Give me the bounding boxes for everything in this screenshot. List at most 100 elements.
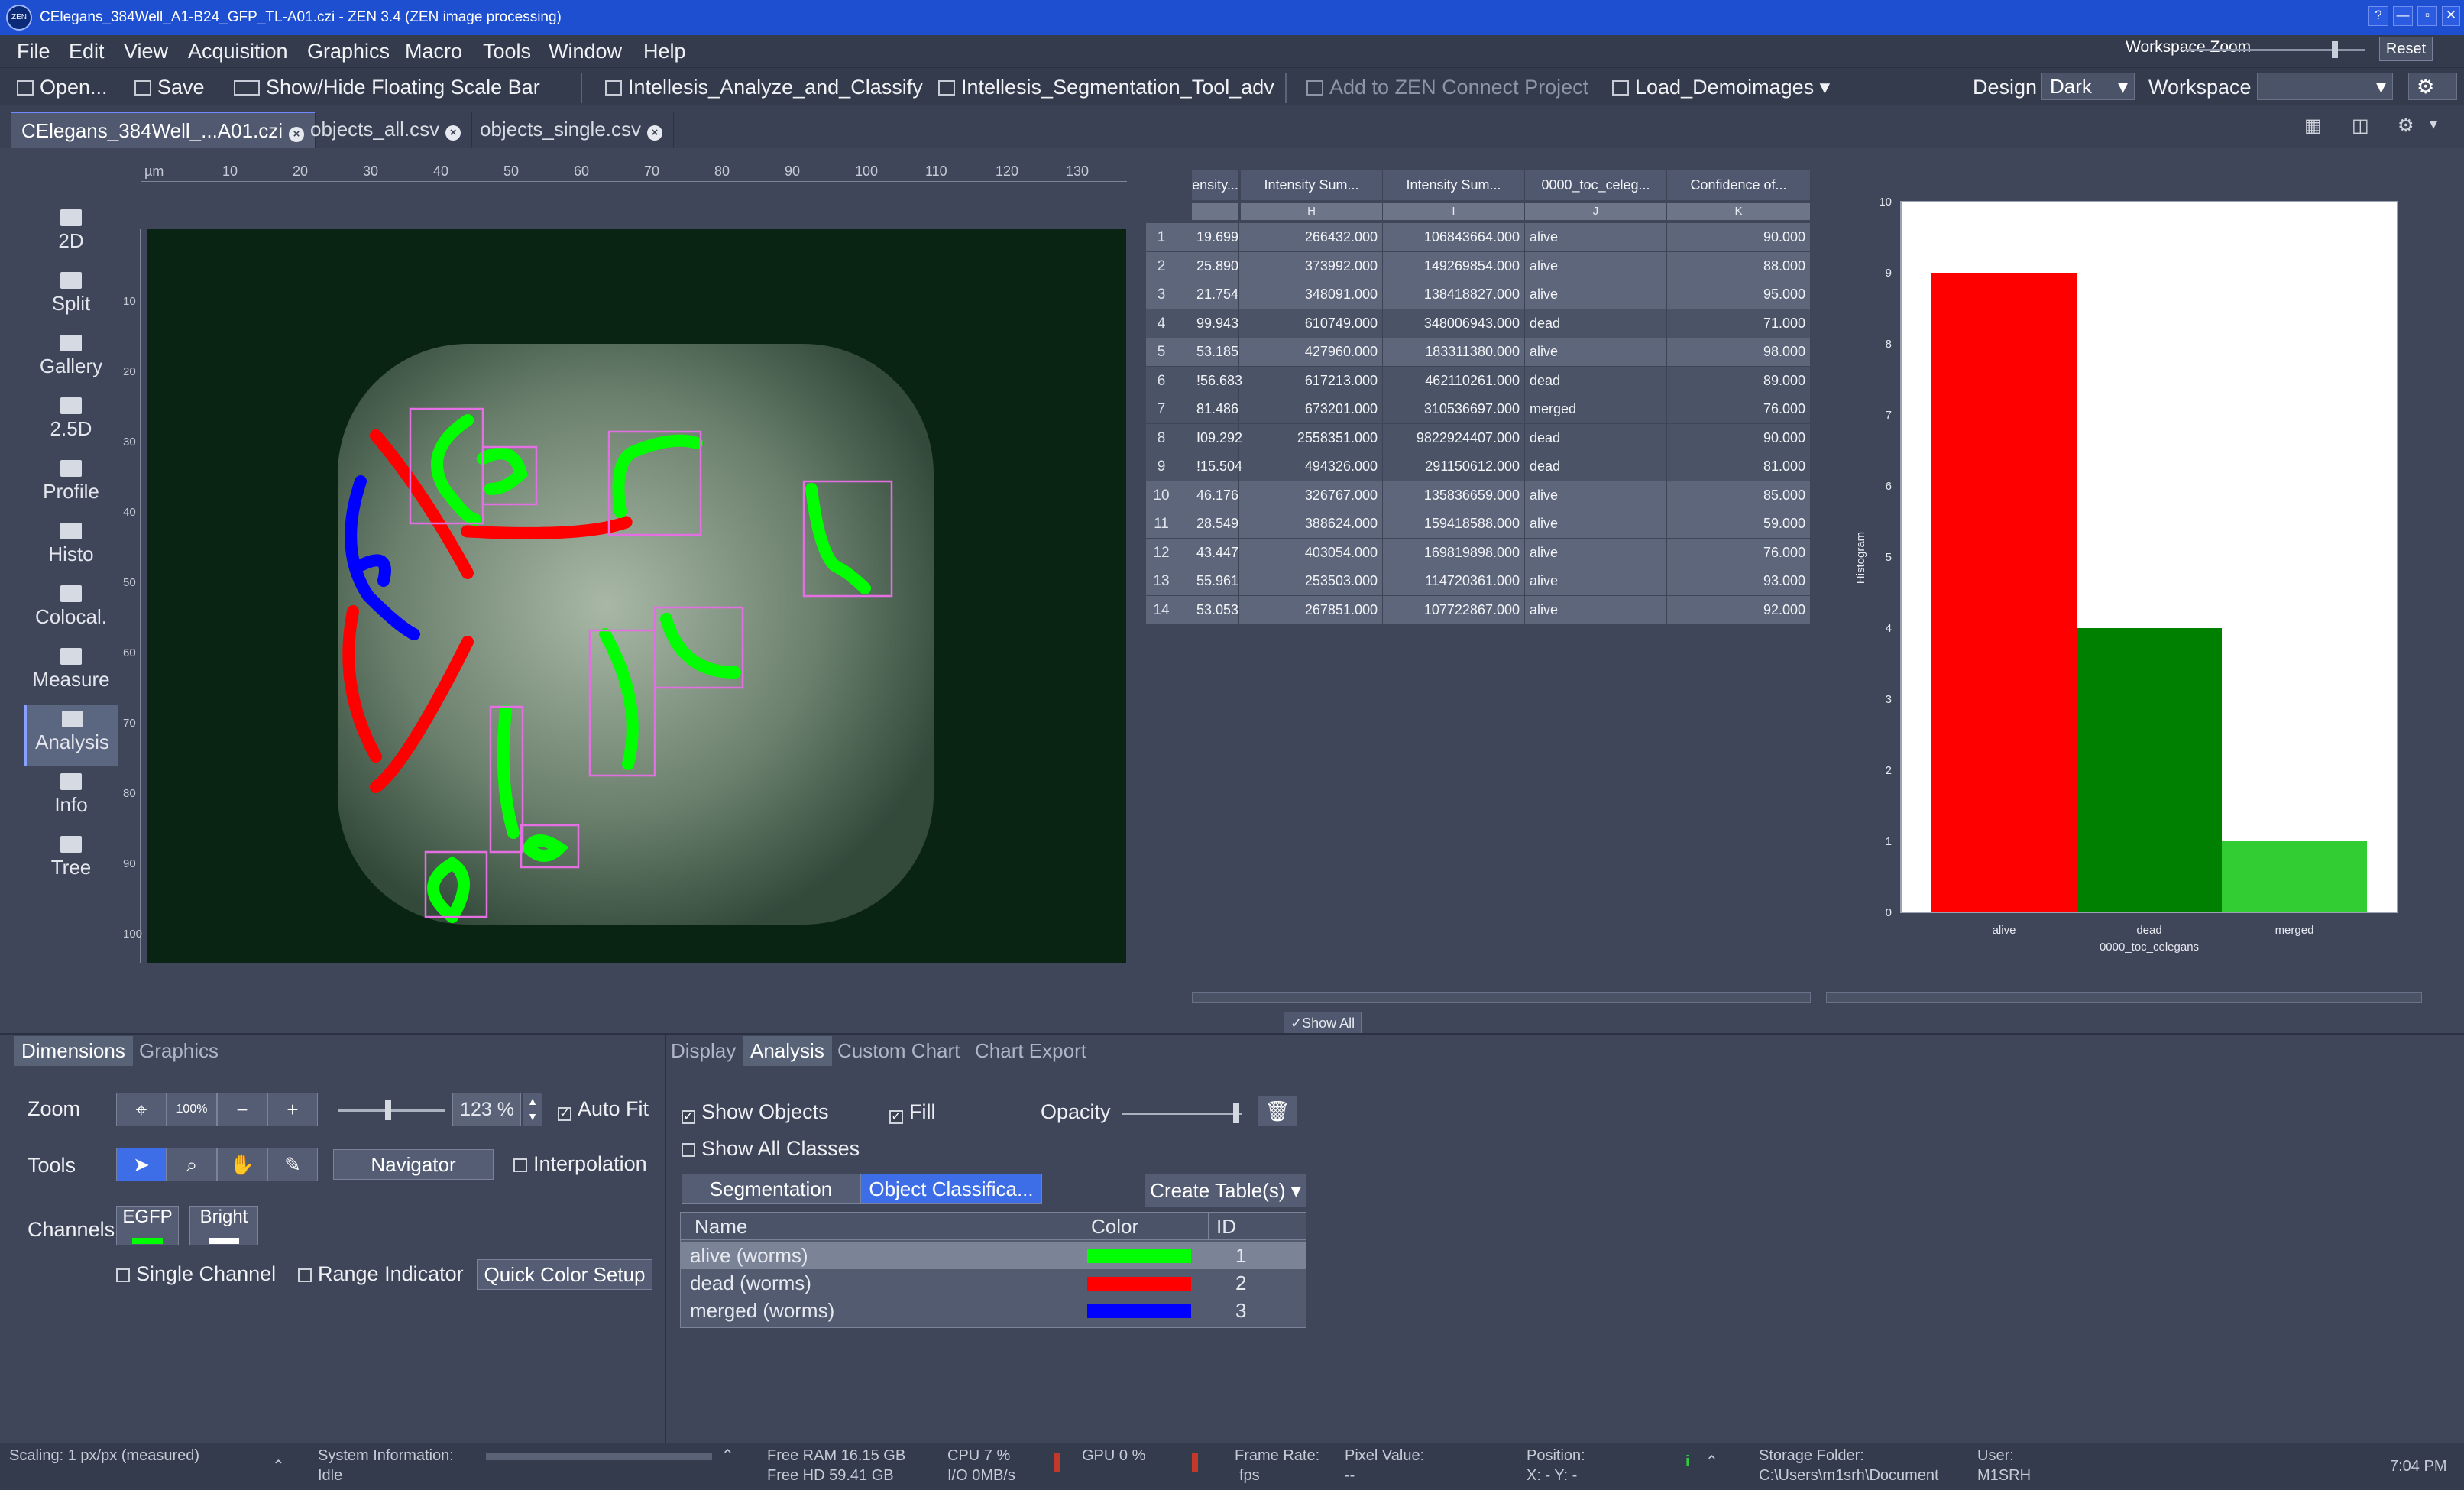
zoom-100-button[interactable]: 100% xyxy=(167,1093,217,1126)
view-mode-profile[interactable]: Profile xyxy=(24,454,118,515)
view-mode-measure[interactable]: Measure xyxy=(24,642,118,703)
table-row[interactable]: 14 53.053 267851.000 107722867.000 alive 92.0… xyxy=(1146,595,1811,624)
open-button[interactable]: Open... xyxy=(17,76,108,99)
histogram-chart[interactable]: 0 1 2 3 4 5 6 7 8 9 10 alive dead merged Histogram 0… xyxy=(1826,191,2437,963)
view-mode-analysis[interactable]: Analysis xyxy=(24,705,118,766)
tab-chart-export[interactable]: Chart Export xyxy=(967,1036,1094,1066)
workspace-zoom-knob[interactable] xyxy=(2332,41,2338,58)
table-cell[interactable]: 90.000 xyxy=(1667,423,1811,452)
menu-window[interactable]: Window xyxy=(549,40,622,63)
table-cell[interactable]: 462110261.000 xyxy=(1383,366,1525,395)
table-cell[interactable]: 81.486 xyxy=(1192,395,1239,423)
chevron-down-icon[interactable]: ▾ xyxy=(2430,115,2437,134)
table-cell[interactable]: 21.754 xyxy=(1192,280,1239,309)
split-layout-icon[interactable]: ◫ xyxy=(2352,115,2369,137)
table-cell[interactable]: 138418827.000 xyxy=(1383,280,1525,309)
chevron-up-icon[interactable]: ⌃ xyxy=(272,1457,285,1475)
table-cell[interactable]: !56.683 xyxy=(1192,366,1242,395)
table-cell[interactable]: 89.000 xyxy=(1667,366,1811,395)
class-row[interactable]: merged (worms) 3 xyxy=(681,1297,1306,1324)
quick-color-setup-button[interactable]: Quick Color Setup xyxy=(477,1259,652,1290)
tab-graphics[interactable]: Graphics xyxy=(131,1036,226,1066)
menu-view[interactable]: View xyxy=(124,40,168,63)
table-cell[interactable]: 53.053 xyxy=(1192,595,1239,624)
table-cell[interactable]: 183311380.000 xyxy=(1383,338,1525,366)
menu-graphics[interactable]: Graphics xyxy=(307,40,390,63)
table-cell[interactable]: alive xyxy=(1525,538,1667,567)
save-button[interactable]: Save xyxy=(134,76,205,99)
table-cell[interactable]: 107722867.000 xyxy=(1383,595,1525,624)
column-header[interactable]: Intensity Sum... xyxy=(1241,170,1383,200)
table-cell[interactable]: 348006943.000 xyxy=(1383,309,1525,338)
menu-acquisition[interactable]: Acquisition xyxy=(188,40,288,63)
table-cell[interactable]: alive xyxy=(1525,510,1667,538)
table-cell[interactable]: 326767.000 xyxy=(1241,481,1383,510)
table-row[interactable]: 8 I09.292 2558351.000 9822924407.000 dead 90.… xyxy=(1146,423,1811,452)
delete-objects-button[interactable]: 🗑 xyxy=(1258,1096,1297,1126)
table-cell[interactable]: alive xyxy=(1525,223,1667,251)
table-cell[interactable]: 373992.000 xyxy=(1241,251,1383,280)
histogram-bar-merged[interactable] xyxy=(2222,841,2367,912)
close-tab-icon[interactable]: × xyxy=(647,125,662,141)
table-row[interactable]: 9 !15.504 494326.000 291150612.000 dead 81.00… xyxy=(1146,452,1811,481)
zen-app-icon[interactable]: ZEN xyxy=(6,5,32,31)
auto-fit-checkbox[interactable]: ✓ Auto Fit xyxy=(558,1097,649,1121)
column-header[interactable]: 0000_toc_celeg... xyxy=(1525,170,1667,200)
table-row[interactable]: 12 43.447 403054.000 169819898.000 alive 76.0… xyxy=(1146,538,1811,567)
table-cell[interactable]: 427960.000 xyxy=(1241,338,1383,366)
view-settings-gear-icon[interactable]: ⚙ xyxy=(2398,115,2414,137)
table-cell[interactable]: 2558351.000 xyxy=(1241,423,1383,452)
table-row[interactable]: 1 19.699 266432.000 106843664.000 alive 90.00… xyxy=(1146,223,1811,251)
table-cell[interactable]: 76.000 xyxy=(1667,538,1811,567)
segmentation-tool-button[interactable]: Intellesis_Segmentation_Tool_adv xyxy=(938,76,1274,99)
table-cell[interactable]: 169819898.000 xyxy=(1383,538,1525,567)
table-cell[interactable]: 95.000 xyxy=(1667,280,1811,309)
table-cell[interactable]: alive xyxy=(1525,567,1667,595)
menu-file[interactable]: File xyxy=(17,40,50,63)
view-mode-histo[interactable]: Histo xyxy=(24,517,118,578)
table-cell[interactable]: 135836659.000 xyxy=(1383,481,1525,510)
microscopy-image[interactable] xyxy=(147,229,1126,963)
table-cell[interactable]: 43.447 xyxy=(1192,538,1239,567)
navigator-button[interactable]: Navigator xyxy=(333,1149,494,1180)
help-window-button[interactable]: ? xyxy=(2368,6,2388,26)
zoom-value-field[interactable]: 123 % xyxy=(452,1093,521,1126)
view-mode-2d[interactable]: 2D xyxy=(24,203,118,264)
table-row[interactable]: 3 21.754 348091.000 138418827.000 alive 95.00… xyxy=(1146,280,1811,309)
table-cell[interactable]: 55.961 xyxy=(1192,567,1239,595)
table-cell[interactable]: dead xyxy=(1525,309,1667,338)
table-cell[interactable]: 98.000 xyxy=(1667,338,1811,366)
table-cell[interactable]: I09.292 xyxy=(1192,423,1242,452)
zen-connect-button[interactable]: Add to ZEN Connect Project xyxy=(1306,76,1588,99)
workspace-zoom-slider[interactable] xyxy=(2185,49,2365,51)
minimize-button[interactable]: — xyxy=(2393,6,2413,26)
table-cell[interactable]: dead xyxy=(1525,366,1667,395)
table-cell[interactable]: 106843664.000 xyxy=(1383,223,1525,251)
table-cell[interactable]: 81.000 xyxy=(1667,452,1811,481)
class-color-swatch[interactable] xyxy=(1087,1249,1191,1263)
view-mode-tree[interactable]: Tree xyxy=(24,830,118,891)
zoom-stepper[interactable]: ▲ ▼ xyxy=(523,1093,542,1126)
table-row[interactable]: 5 53.185 427960.000 183311380.000 alive 98.00… xyxy=(1146,338,1811,366)
table-cell[interactable]: alive xyxy=(1525,481,1667,510)
class-color-swatch[interactable] xyxy=(1087,1277,1191,1291)
table-cell[interactable]: 25.890 xyxy=(1192,251,1239,280)
zoom-slider[interactable] xyxy=(338,1109,445,1112)
menu-macro[interactable]: Macro xyxy=(405,40,462,63)
settings-gear-button[interactable]: ⚙ xyxy=(2408,73,2457,100)
tab-objects-all[interactable]: objects_all.csv × xyxy=(300,112,473,148)
column-header[interactable]: Intensity Sum... xyxy=(1383,170,1525,200)
table-cell[interactable]: !15.504 xyxy=(1192,452,1242,481)
tab-custom-chart[interactable]: Custom Chart xyxy=(830,1036,967,1066)
table-cell[interactable]: 99.943 xyxy=(1192,309,1239,338)
table-cell[interactable]: 159418588.000 xyxy=(1383,510,1525,538)
table-cell[interactable]: 88.000 xyxy=(1667,251,1811,280)
show-all-classes-checkbox[interactable]: Show All Classes xyxy=(682,1137,860,1161)
class-table[interactable]: Name Color ID alive (worms) 1 dead (worm… xyxy=(680,1212,1306,1328)
histogram-bar-alive[interactable] xyxy=(1931,273,2077,912)
view-mode-split[interactable]: Split xyxy=(24,266,118,327)
table-cell[interactable]: dead xyxy=(1525,452,1667,481)
view-mode-2-5d[interactable]: 2.5D xyxy=(24,391,118,452)
table-cell[interactable]: 267851.000 xyxy=(1241,595,1383,624)
layout-grid-icon[interactable]: ▦ xyxy=(2304,115,2322,137)
